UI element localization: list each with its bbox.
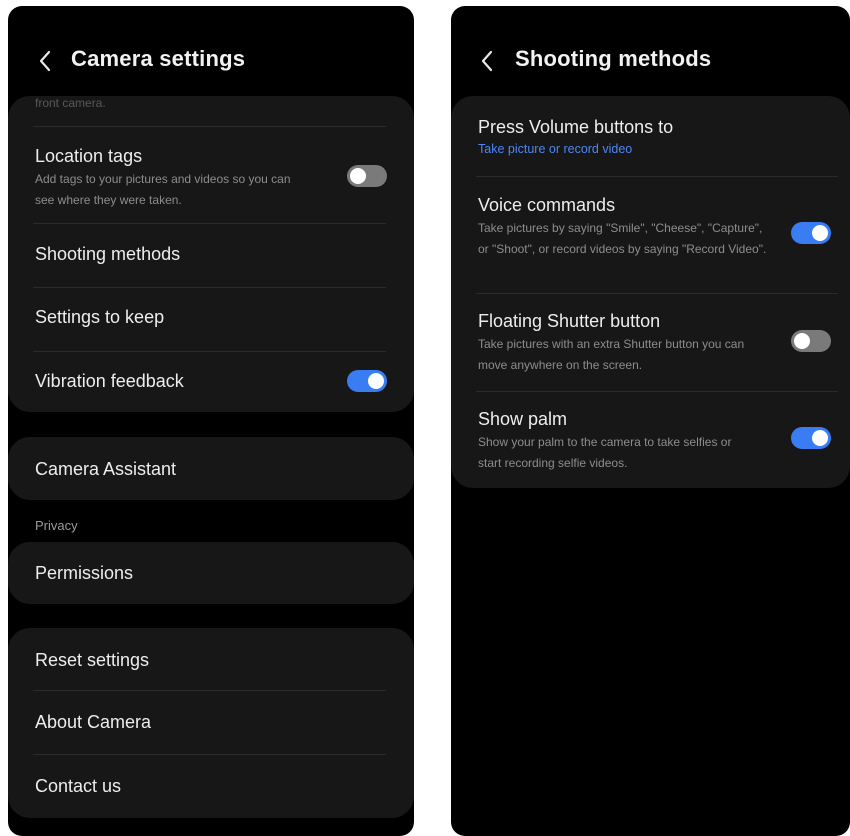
- toggle-knob: [350, 168, 366, 184]
- page-title: Shooting methods: [515, 46, 712, 71]
- support-card: Reset settings About Camera Contact us: [8, 628, 414, 818]
- press-volume-row[interactable]: Press Volume buttons to Take picture or …: [451, 96, 850, 176]
- vibration-feedback-toggle[interactable]: [347, 370, 387, 392]
- toggle-knob: [794, 333, 810, 349]
- settings-to-keep-row[interactable]: Settings to keep: [8, 288, 414, 351]
- location-tags-toggle[interactable]: [347, 165, 387, 187]
- chevron-left-icon: [39, 50, 51, 72]
- voice-commands-subtitle: Take pictures by saying "Smile", "Cheese…: [478, 221, 767, 256]
- floating-shutter-toggle[interactable]: [791, 330, 831, 352]
- chevron-left-icon: [481, 50, 493, 72]
- reset-settings-row[interactable]: Reset settings: [8, 628, 414, 690]
- toggle-knob: [812, 430, 828, 446]
- floating-shutter-row[interactable]: Floating Shutter button Take pictures wi…: [451, 294, 850, 391]
- voice-commands-row[interactable]: Voice commands Take pictures by saying "…: [451, 177, 850, 293]
- shooting-methods-screen: Shooting methods Press Volume buttons to…: [451, 6, 850, 836]
- show-palm-toggle[interactable]: [791, 427, 831, 449]
- about-camera-row[interactable]: About Camera: [8, 691, 414, 754]
- press-volume-title: Press Volume buttons to: [478, 117, 674, 137]
- shooting-methods-card: Press Volume buttons to Take picture or …: [451, 96, 850, 488]
- permissions-title: Permissions: [35, 563, 134, 583]
- about-camera-title: About Camera: [35, 712, 152, 732]
- permissions-row[interactable]: Permissions: [8, 542, 414, 604]
- location-tags-row[interactable]: Location tags Add tags to your pictures …: [8, 127, 414, 223]
- reset-settings-title: Reset settings: [35, 650, 150, 670]
- vibration-feedback-title: Vibration feedback: [35, 371, 184, 391]
- toggle-knob: [812, 225, 828, 241]
- floating-shutter-subtitle: Take pictures with an extra Shutter butt…: [478, 337, 745, 372]
- camera-assistant-title: Camera Assistant: [35, 459, 177, 479]
- shooting-methods-row[interactable]: Shooting methods: [8, 224, 414, 287]
- back-button[interactable]: [472, 44, 502, 78]
- show-palm-title: Show palm: [478, 409, 568, 429]
- privacy-section-label: Privacy: [35, 518, 78, 533]
- back-button[interactable]: [30, 44, 60, 78]
- floating-shutter-title: Floating Shutter button: [478, 311, 661, 331]
- privacy-card: Permissions: [8, 542, 414, 604]
- location-tags-subtitle: Add tags to your pictures and videos so …: [35, 172, 291, 207]
- voice-commands-toggle[interactable]: [791, 222, 831, 244]
- settings-card-general: front camera. Location tags Add tags to …: [8, 96, 414, 412]
- toggle-knob: [368, 373, 384, 389]
- partial-item-text: front camera.: [35, 96, 106, 110]
- contact-us-title: Contact us: [35, 776, 122, 796]
- show-palm-row[interactable]: Show palm Show your palm to the camera t…: [451, 392, 850, 488]
- press-volume-value: Take picture or record video: [478, 142, 633, 156]
- header: Shooting methods: [451, 6, 850, 106]
- contact-us-row[interactable]: Contact us: [8, 755, 414, 818]
- voice-commands-title: Voice commands: [478, 195, 616, 215]
- vibration-feedback-row[interactable]: Vibration feedback: [8, 352, 414, 412]
- camera-assistant-row[interactable]: Camera Assistant: [8, 437, 414, 500]
- camera-assistant-card: Camera Assistant: [8, 437, 414, 500]
- shooting-methods-title: Shooting methods: [35, 244, 181, 264]
- camera-settings-screen: Camera settings front camera. Location t…: [8, 6, 414, 836]
- show-palm-subtitle: Show your palm to the camera to take sel…: [478, 435, 732, 470]
- page-title: Camera settings: [71, 46, 246, 71]
- location-tags-title: Location tags: [35, 146, 143, 166]
- header: Camera settings: [8, 6, 414, 106]
- settings-to-keep-title: Settings to keep: [35, 307, 165, 327]
